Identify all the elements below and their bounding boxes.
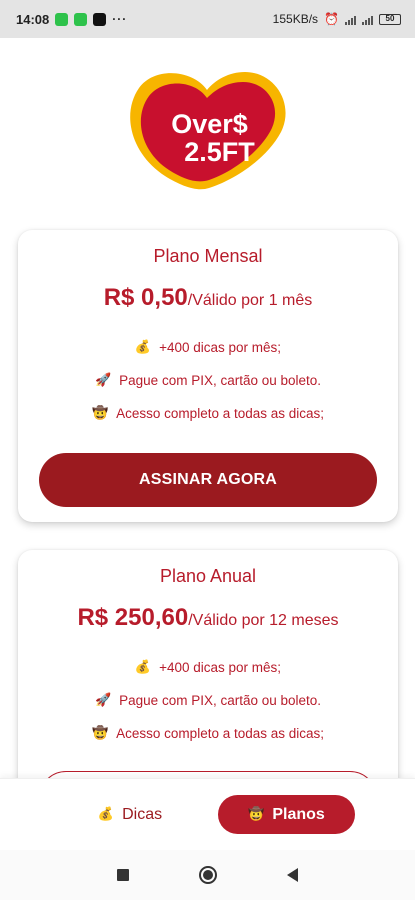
plan-price-row: R$ 250,60 /Válido por 12 meses	[18, 604, 398, 632]
plan-title: Plano Anual	[159, 566, 257, 586]
plan-feature-text: Acesso completo a todas as dicas;	[116, 726, 325, 741]
status-bar: 14:08 ··· 155KB/s ⏰ 50	[0, 0, 415, 38]
plan-card-annual: Plano Anual R$ 250,60 /Válido por 12 mes…	[18, 550, 398, 778]
plan-feature-text: Acesso completo a todas as dicas;	[116, 406, 325, 421]
plan-feature: 💰 +400 dicas por mês;	[18, 340, 398, 355]
plan-card-monthly: Plano Mensal R$ 0,50 /Válido por 1 mês 💰…	[18, 230, 398, 522]
cowboy-face-icon: 🤠	[91, 406, 109, 421]
home-icon[interactable]	[199, 866, 217, 884]
logo-text: Over$ 2.5FT	[125, 110, 290, 166]
alarm-icon: ⏰	[324, 12, 339, 26]
plan-feature-text: +400 dicas por mês;	[159, 340, 282, 355]
signal-icon	[345, 14, 356, 25]
plan-feature: 🤠 Acesso completo a todas as dicas;	[18, 726, 398, 741]
money-bag-icon: 💰	[134, 660, 152, 675]
cowboy-face-icon: 🤠	[248, 807, 265, 822]
plan-price: R$ 0,50	[103, 284, 188, 311]
plan-feature-text: Pague com PIX, cartão ou boleto.	[119, 693, 322, 708]
logo-line2: 2.5FT	[184, 137, 255, 167]
plan-price: R$ 250,60	[77, 604, 189, 631]
system-nav-bar	[0, 850, 415, 900]
tab-dicas[interactable]: 💰 Dicas	[80, 795, 180, 834]
back-icon[interactable]	[287, 868, 298, 882]
plan-feature: 🚀 Pague com PIX, cartão ou boleto.	[18, 373, 398, 388]
app-logo: Over$ 2.5FT	[125, 66, 290, 194]
plan-feature-text: Pague com PIX, cartão ou boleto.	[119, 373, 322, 388]
plan-feature-text: +400 dicas por mês;	[159, 660, 282, 675]
tab-label: Planos	[272, 805, 325, 823]
status-time: 14:08	[16, 11, 50, 27]
more-notifications-icon: ···	[112, 12, 128, 26]
notification-app-icon	[93, 12, 107, 26]
network-speed: 155KB/s	[272, 12, 319, 26]
rocket-icon: 🚀	[94, 693, 112, 708]
cowboy-face-icon: 🤠	[91, 726, 109, 741]
status-right: 155KB/s ⏰ 50	[273, 12, 401, 26]
signal-icon	[362, 14, 373, 25]
tab-planos[interactable]: 🤠 Planos	[218, 795, 355, 834]
tab-label: Dicas	[122, 805, 163, 823]
subscribe-button-annual[interactable]	[39, 771, 377, 778]
plan-title: Plano Mensal	[153, 246, 263, 266]
battery-icon: 50	[379, 13, 401, 25]
content-scroll-area[interactable]: Over$ 2.5FT Plano Mensal R$ 0,50 /Válido…	[0, 38, 415, 778]
bottom-nav: 💰 Dicas 🤠 Planos	[0, 778, 415, 850]
notification-app-icon	[74, 12, 88, 26]
plan-feature: 🚀 Pague com PIX, cartão ou boleto.	[18, 693, 398, 708]
money-bag-icon: 💰	[97, 807, 115, 822]
rocket-icon: 🚀	[94, 373, 112, 388]
plan-price-row: R$ 0,50 /Válido por 1 mês	[18, 284, 398, 312]
plan-period: /Válido por 1 mês	[187, 292, 313, 309]
subscribe-button-monthly[interactable]: ASSINAR AGORA	[39, 453, 377, 507]
notification-app-icon	[55, 12, 69, 26]
logo-line1: Over$	[171, 109, 248, 139]
status-left: 14:08 ···	[16, 12, 127, 27]
plan-feature: 💰 +400 dicas por mês;	[18, 660, 398, 675]
money-bag-icon: 💰	[134, 340, 152, 355]
plan-period: /Válido por 12 meses	[188, 612, 339, 629]
recent-apps-icon[interactable]	[117, 869, 129, 881]
plan-feature: 🤠 Acesso completo a todas as dicas;	[18, 406, 398, 421]
